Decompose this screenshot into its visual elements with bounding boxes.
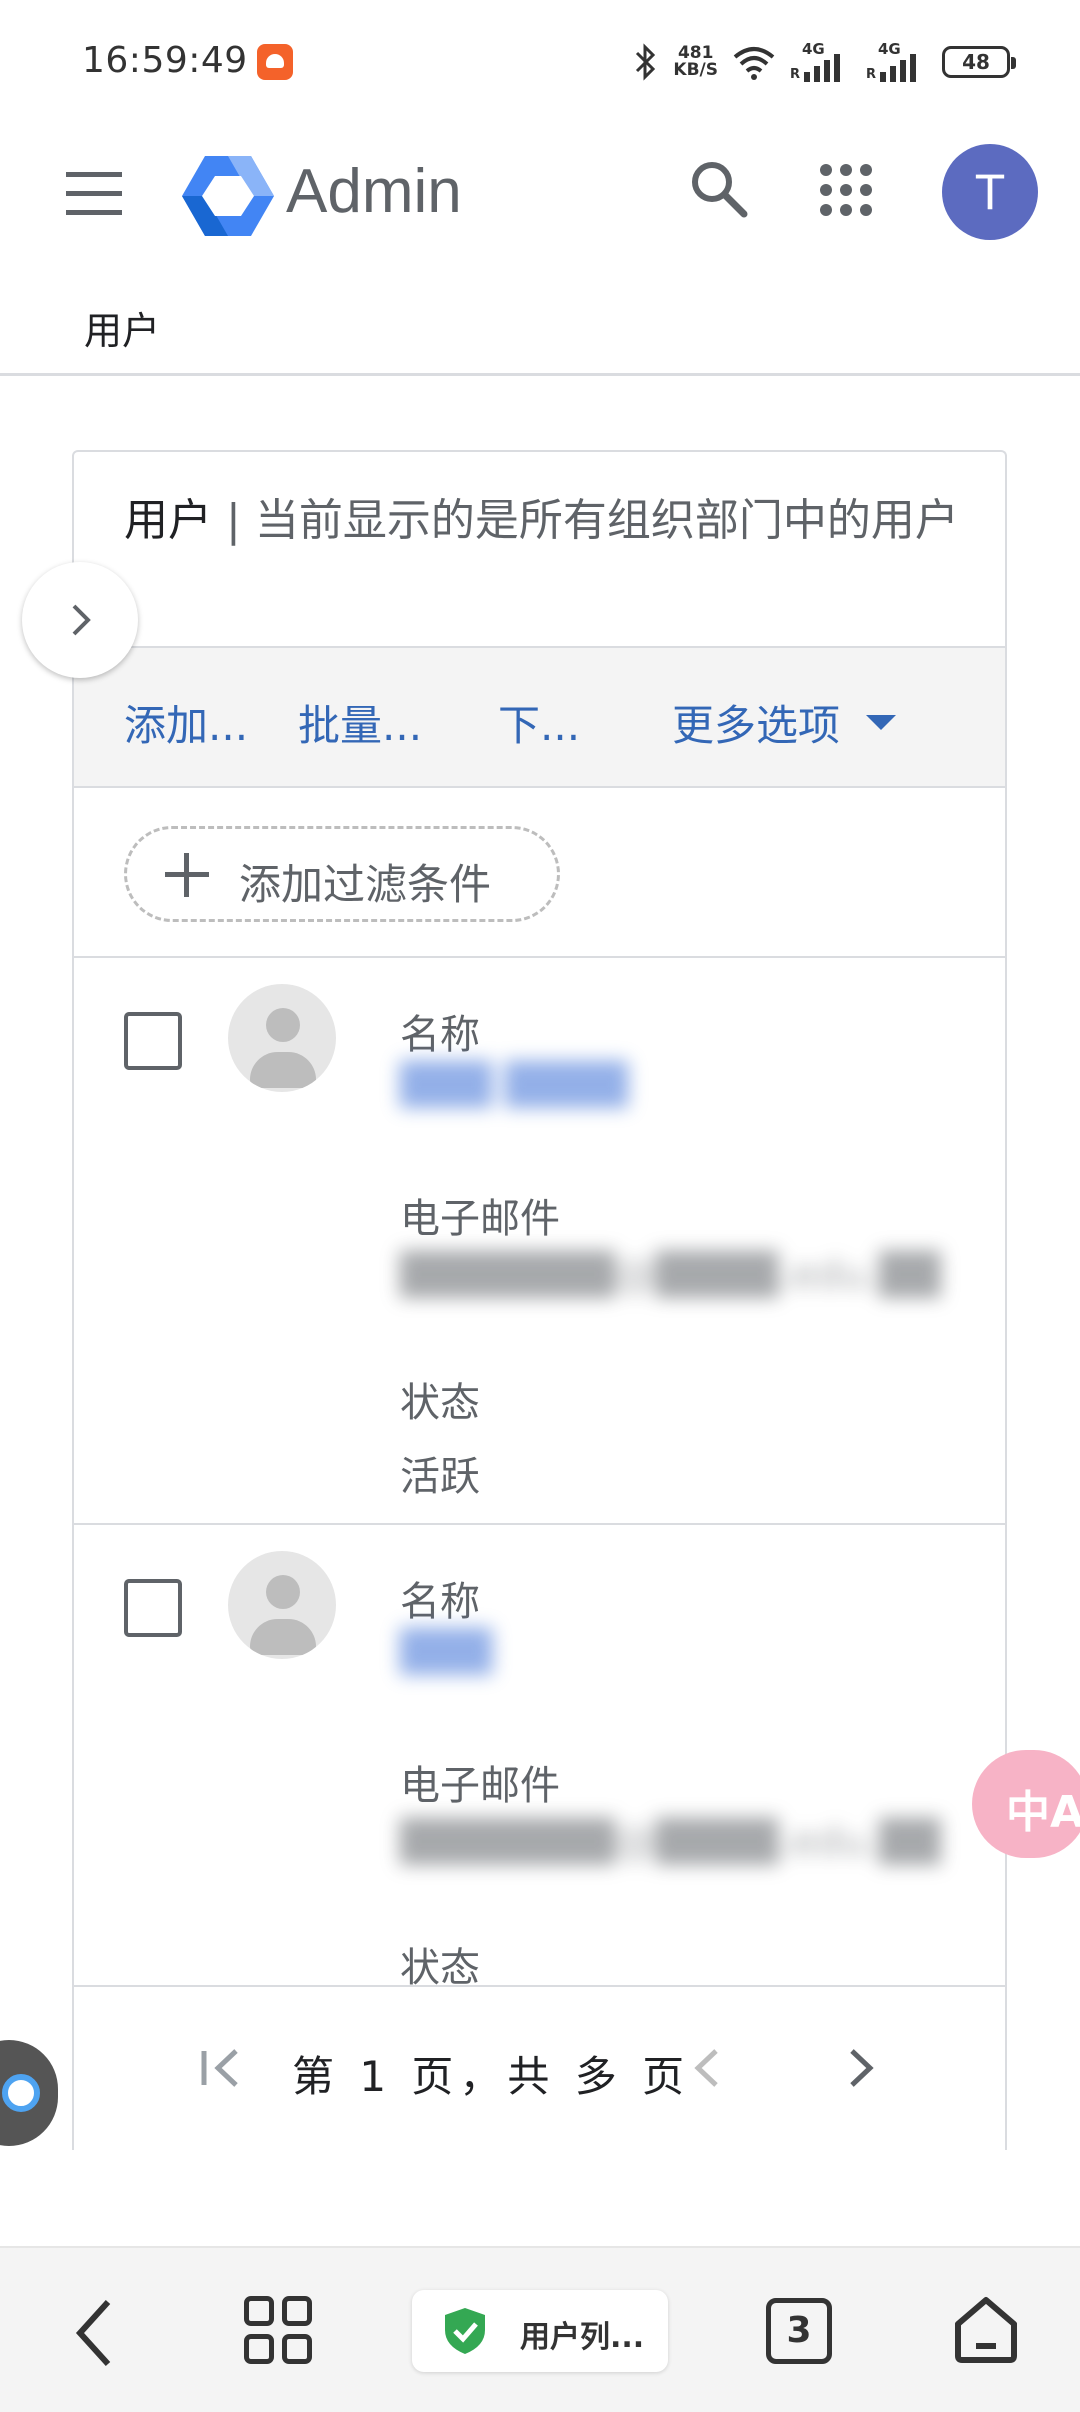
breadcrumb-users[interactable]: 用户 (84, 300, 160, 355)
user-avatar-icon (228, 984, 336, 1092)
translate-icon: 中A (1006, 1787, 1080, 1838)
user-row[interactable]: 名称 ███ ████ 电子邮件 ███████@████.edu.██ 状态 … (74, 958, 1005, 1525)
more-options-button[interactable]: 更多选项 (672, 692, 897, 753)
name-value[interactable]: ███ (400, 1629, 492, 1675)
row-checkbox[interactable] (124, 1012, 182, 1070)
drawer-toggle-button[interactable] (22, 562, 138, 678)
plus-icon (165, 853, 209, 897)
hamburger-menu-icon[interactable] (66, 172, 124, 216)
user-row[interactable]: 名称 ███ 电子邮件 ███████@████.edu.██ 状态 (74, 1525, 1005, 1991)
network-speed-unit: KB/S (673, 60, 718, 80)
email-label: 电子邮件 (400, 1763, 560, 1809)
admin-logo-icon (182, 156, 274, 236)
row-checkbox[interactable] (124, 1579, 182, 1637)
back-icon[interactable] (74, 2298, 114, 2368)
status-icons: 481 KB/S 4G R 4G R 48 (633, 38, 1016, 86)
network-speed: 481 KB/S (673, 45, 718, 79)
tabs-count-button[interactable]: 3 (766, 2298, 832, 2364)
search-icon[interactable] (688, 158, 750, 220)
more-options-label: 更多选项 (672, 701, 841, 750)
email-value: ███████@████.edu.██ (400, 1252, 941, 1298)
name-label: 名称 (400, 1579, 480, 1625)
browser-bottom-nav: 用户列... 3 (0, 2246, 1080, 2412)
account-avatar[interactable]: T (942, 144, 1038, 240)
email-value: ███████@████.edu.██ (400, 1819, 941, 1865)
cellular-signal-1-icon: 4G R (790, 40, 852, 82)
status-time: 16:59:49 (82, 40, 248, 81)
bulk-update-button[interactable]: 批量... (298, 692, 422, 753)
page-indicator: 第 1 页，共 多 页 (292, 2052, 691, 2101)
action-bar: 添加... 批量... 下... 更多选项 (74, 646, 1005, 788)
breadcrumb: 用户 (0, 260, 1080, 376)
roaming-1-label: R (790, 67, 801, 82)
bluetooth-icon (636, 43, 656, 81)
battery-icon: 48 (942, 46, 1016, 78)
first-page-icon[interactable] (198, 2045, 244, 2091)
current-tab[interactable]: 用户列... (412, 2290, 668, 2372)
chevron-right-icon (72, 604, 91, 636)
pagination: 第 1 页，共 多 页 (74, 1985, 1005, 2150)
cellular-signal-2-icon: 4G R (866, 40, 928, 82)
floating-assistant-button[interactable] (0, 2040, 58, 2146)
card-title-separator: | (226, 495, 241, 546)
wifi-icon (733, 47, 775, 80)
user-avatar-icon (228, 1551, 336, 1659)
apps-grid-icon[interactable] (820, 164, 872, 216)
card-title: 用户 | 当前显示的是所有组织部门中的用户 (124, 496, 964, 546)
filter-area: 添加过滤条件 (74, 788, 1005, 958)
add-filter-label: 添加过滤条件 (239, 860, 492, 909)
card-title-subtitle: 当前显示的是所有组织部门中的用户 (254, 495, 959, 546)
download-button[interactable]: 下... (498, 692, 580, 753)
name-value[interactable]: ███ ████ (400, 1062, 628, 1108)
users-card: 用户 | 当前显示的是所有组织部门中的用户 添加... 批量... 下... 更… (72, 450, 1007, 2150)
email-label: 电子邮件 (400, 1196, 560, 1242)
shield-check-icon (445, 2308, 485, 2354)
app-header: Admin T (0, 124, 1080, 260)
menu-grid-icon[interactable] (244, 2296, 314, 2366)
assistant-icon (2, 2074, 40, 2112)
translate-button[interactable]: 中A (972, 1750, 1080, 1858)
next-page-icon[interactable] (842, 2045, 882, 2091)
add-filter-button[interactable]: 添加过滤条件 (124, 826, 560, 922)
home-icon[interactable] (952, 2294, 1020, 2366)
previous-page-icon[interactable] (686, 2045, 726, 2091)
name-label: 名称 (400, 1012, 480, 1058)
add-user-button[interactable]: 添加... (124, 692, 248, 753)
card-title-main: 用户 (124, 495, 212, 546)
status-label: 状态 (400, 1380, 480, 1426)
status-bar: 16:59:49 481 KB/S 4G R 4G R 48 (0, 0, 1080, 124)
status-value: 活跃 (400, 1454, 480, 1500)
current-tab-label: 用户列... (520, 2320, 645, 2355)
notification-app-icon (257, 44, 293, 80)
app-title: Admin (286, 157, 462, 226)
roaming-2-label: R (866, 67, 877, 82)
caret-down-icon (866, 715, 897, 730)
